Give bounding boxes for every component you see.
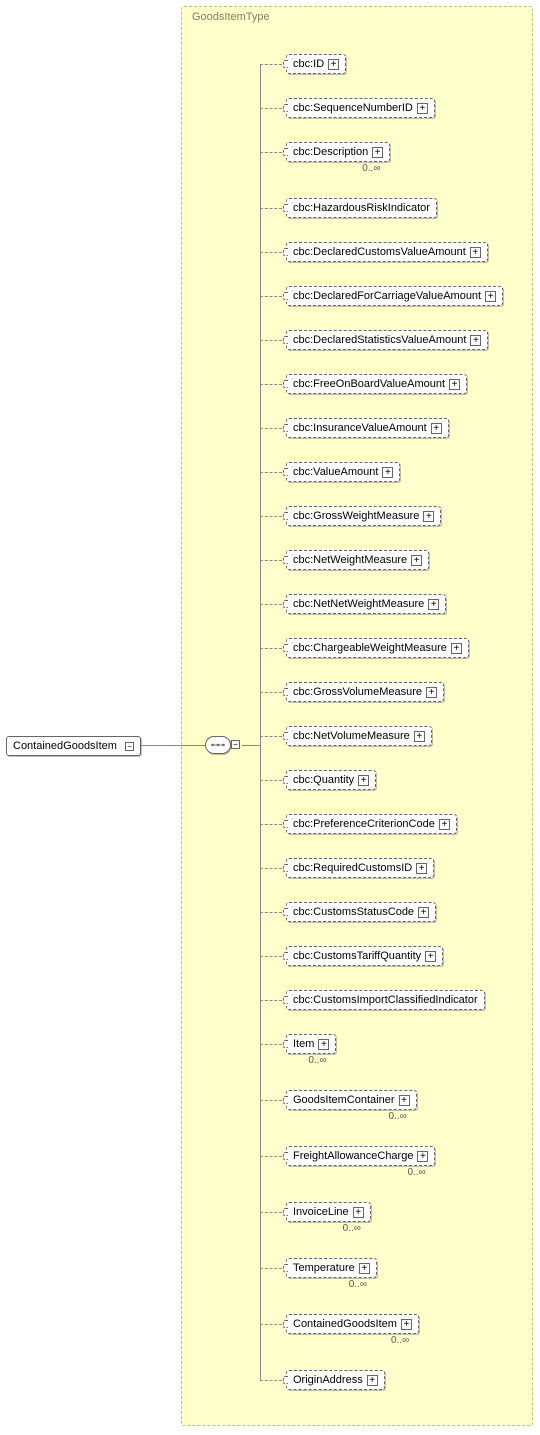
child-node-item[interactable]: Item [286, 1034, 336, 1054]
occurrence-label: 0..∞ [308, 1055, 326, 1066]
child-node-invoiceLine[interactable]: InvoiceLine [286, 1202, 371, 1222]
child-label: cbc:ValueAmount [293, 466, 378, 478]
child-node-freeOnBoardValueAmount[interactable]: cbc:FreeOnBoardValueAmount [286, 374, 467, 394]
expand-icon[interactable] [353, 1207, 364, 1218]
child-label: cbc:GrossVolumeMeasure [293, 686, 422, 698]
child-label: cbc:DeclaredStatisticsValueAmount [293, 334, 466, 346]
child-label: cbc:CustomsStatusCode [293, 906, 414, 918]
child-label: OriginAddress [293, 1374, 363, 1386]
child-node-chargeableWeightMeasure[interactable]: cbc:ChargeableWeightMeasure [286, 638, 469, 658]
expand-icon[interactable] [411, 555, 422, 566]
expand-icon[interactable] [358, 775, 369, 786]
expand-icon[interactable] [414, 731, 425, 742]
child-label: cbc:ID [293, 58, 324, 70]
child-label: cbc:CustomsImportClassifiedIndicator [293, 994, 478, 1006]
expand-icon[interactable] [418, 907, 429, 918]
child-node-customsTariffQuantity[interactable]: cbc:CustomsTariffQuantity [286, 946, 443, 966]
child-node-customsImportClassifiedIndicator[interactable]: cbc:CustomsImportClassifiedIndicator [286, 990, 485, 1010]
expand-icon[interactable] [428, 599, 439, 610]
child-node-grossVolumeMeasure[interactable]: cbc:GrossVolumeMeasure [286, 682, 444, 702]
child-node-sequenceNumberID[interactable]: cbc:SequenceNumberID [286, 98, 435, 118]
occurrence-label: 0..∞ [343, 1223, 361, 1234]
expand-icon[interactable] [431, 423, 442, 434]
expand-icon[interactable] [367, 1375, 378, 1386]
child-node-declaredCustomsValueAmount[interactable]: cbc:DeclaredCustomsValueAmount [286, 242, 488, 262]
child-node-declaredForCarriageValueAmount[interactable]: cbc:DeclaredForCarriageValueAmount [286, 286, 503, 306]
child-node-insuranceValueAmount[interactable]: cbc:InsuranceValueAmount [286, 418, 449, 438]
child-label: FreightAllowanceCharge [293, 1150, 413, 1162]
expand-icon[interactable] [328, 59, 339, 70]
sequence-expander[interactable] [231, 740, 240, 749]
child-label: cbc:CustomsTariffQuantity [293, 950, 421, 962]
child-label: cbc:NetWeightMeasure [293, 554, 407, 566]
child-node-originAddress[interactable]: OriginAddress [286, 1370, 385, 1390]
expand-icon[interactable] [318, 1039, 329, 1050]
child-node-requiredCustomsID[interactable]: cbc:RequiredCustomsID [286, 858, 434, 878]
child-label: cbc:Description [293, 146, 368, 158]
occurrence-label: 0..∞ [391, 1335, 409, 1346]
child-label: cbc:NetVolumeMeasure [293, 730, 410, 742]
child-node-quantity[interactable]: cbc:Quantity [286, 770, 376, 790]
child-node-declaredStatisticsValueAmount[interactable]: cbc:DeclaredStatisticsValueAmount [286, 330, 488, 350]
child-node-goodsItemContainer[interactable]: GoodsItemContainer [286, 1090, 417, 1110]
occurrence-label: 0..∞ [362, 163, 380, 174]
child-label: cbc:DeclaredCustomsValueAmount [293, 246, 466, 258]
occurrence-label: 0..∞ [389, 1111, 407, 1122]
expand-icon[interactable] [470, 247, 481, 258]
child-label: cbc:RequiredCustomsID [293, 862, 412, 874]
child-label: ContainedGoodsItem [293, 1318, 397, 1330]
expand-icon[interactable] [359, 1263, 370, 1274]
child-node-hazardousRiskIndicator[interactable]: cbc:HazardousRiskIndicator [286, 198, 437, 218]
sequence-connector [205, 736, 231, 754]
child-node-netWeightMeasure[interactable]: cbc:NetWeightMeasure [286, 550, 429, 570]
expand-icon[interactable] [372, 147, 383, 158]
child-label: cbc:Quantity [293, 774, 354, 786]
child-label: Temperature [293, 1262, 355, 1274]
child-label: cbc:ChargeableWeightMeasure [293, 642, 447, 654]
child-node-containedGoodsItem[interactable]: ContainedGoodsItem [286, 1314, 419, 1334]
child-node-preferenceCriterionCode[interactable]: cbc:PreferenceCriterionCode [286, 814, 457, 834]
child-label: GoodsItemContainer [293, 1094, 395, 1106]
child-node-id[interactable]: cbc:ID [286, 54, 346, 74]
expand-icon[interactable] [423, 511, 434, 522]
expand-icon[interactable] [417, 103, 428, 114]
expand-icon[interactable] [485, 291, 496, 302]
child-label: cbc:SequenceNumberID [293, 102, 413, 114]
expand-icon[interactable] [399, 1095, 410, 1106]
expand-icon[interactable] [382, 467, 393, 478]
expand-icon[interactable] [401, 1319, 412, 1330]
expand-icon[interactable] [451, 643, 462, 654]
child-node-netNetWeightMeasure[interactable]: cbc:NetNetWeightMeasure [286, 594, 446, 614]
root-node-label: ContainedGoodsItem [13, 740, 117, 752]
child-node-netVolumeMeasure[interactable]: cbc:NetVolumeMeasure [286, 726, 432, 746]
minus-icon [125, 742, 134, 751]
child-label: Item [293, 1038, 314, 1050]
expand-icon[interactable] [425, 951, 436, 962]
expand-icon[interactable] [417, 1151, 428, 1162]
expand-icon[interactable] [416, 863, 427, 874]
expand-icon[interactable] [439, 819, 450, 830]
child-node-valueAmount[interactable]: cbc:ValueAmount [286, 462, 400, 482]
child-label: cbc:DeclaredForCarriageValueAmount [293, 290, 481, 302]
child-node-customsStatusCode[interactable]: cbc:CustomsStatusCode [286, 902, 436, 922]
child-label: InvoiceLine [293, 1206, 349, 1218]
child-node-description[interactable]: cbc:Description [286, 142, 390, 162]
expand-icon[interactable] [470, 335, 481, 346]
child-label: cbc:NetNetWeightMeasure [293, 598, 424, 610]
child-label: cbc:GrossWeightMeasure [293, 510, 419, 522]
child-label: cbc:InsuranceValueAmount [293, 422, 427, 434]
type-group-title: GoodsItemType [192, 11, 270, 23]
expand-icon[interactable] [449, 379, 460, 390]
occurrence-label: 0..∞ [407, 1167, 425, 1178]
root-node[interactable]: ContainedGoodsItem [6, 736, 141, 756]
child-label: cbc:HazardousRiskIndicator [293, 202, 430, 214]
occurrence-label: 0..∞ [349, 1279, 367, 1290]
child-node-freightAllowanceCharge[interactable]: FreightAllowanceCharge [286, 1146, 435, 1166]
expand-icon[interactable] [426, 687, 437, 698]
child-node-temperature[interactable]: Temperature [286, 1258, 377, 1278]
child-node-grossWeightMeasure[interactable]: cbc:GrossWeightMeasure [286, 506, 441, 526]
child-label: cbc:FreeOnBoardValueAmount [293, 378, 445, 390]
child-label: cbc:PreferenceCriterionCode [293, 818, 435, 830]
